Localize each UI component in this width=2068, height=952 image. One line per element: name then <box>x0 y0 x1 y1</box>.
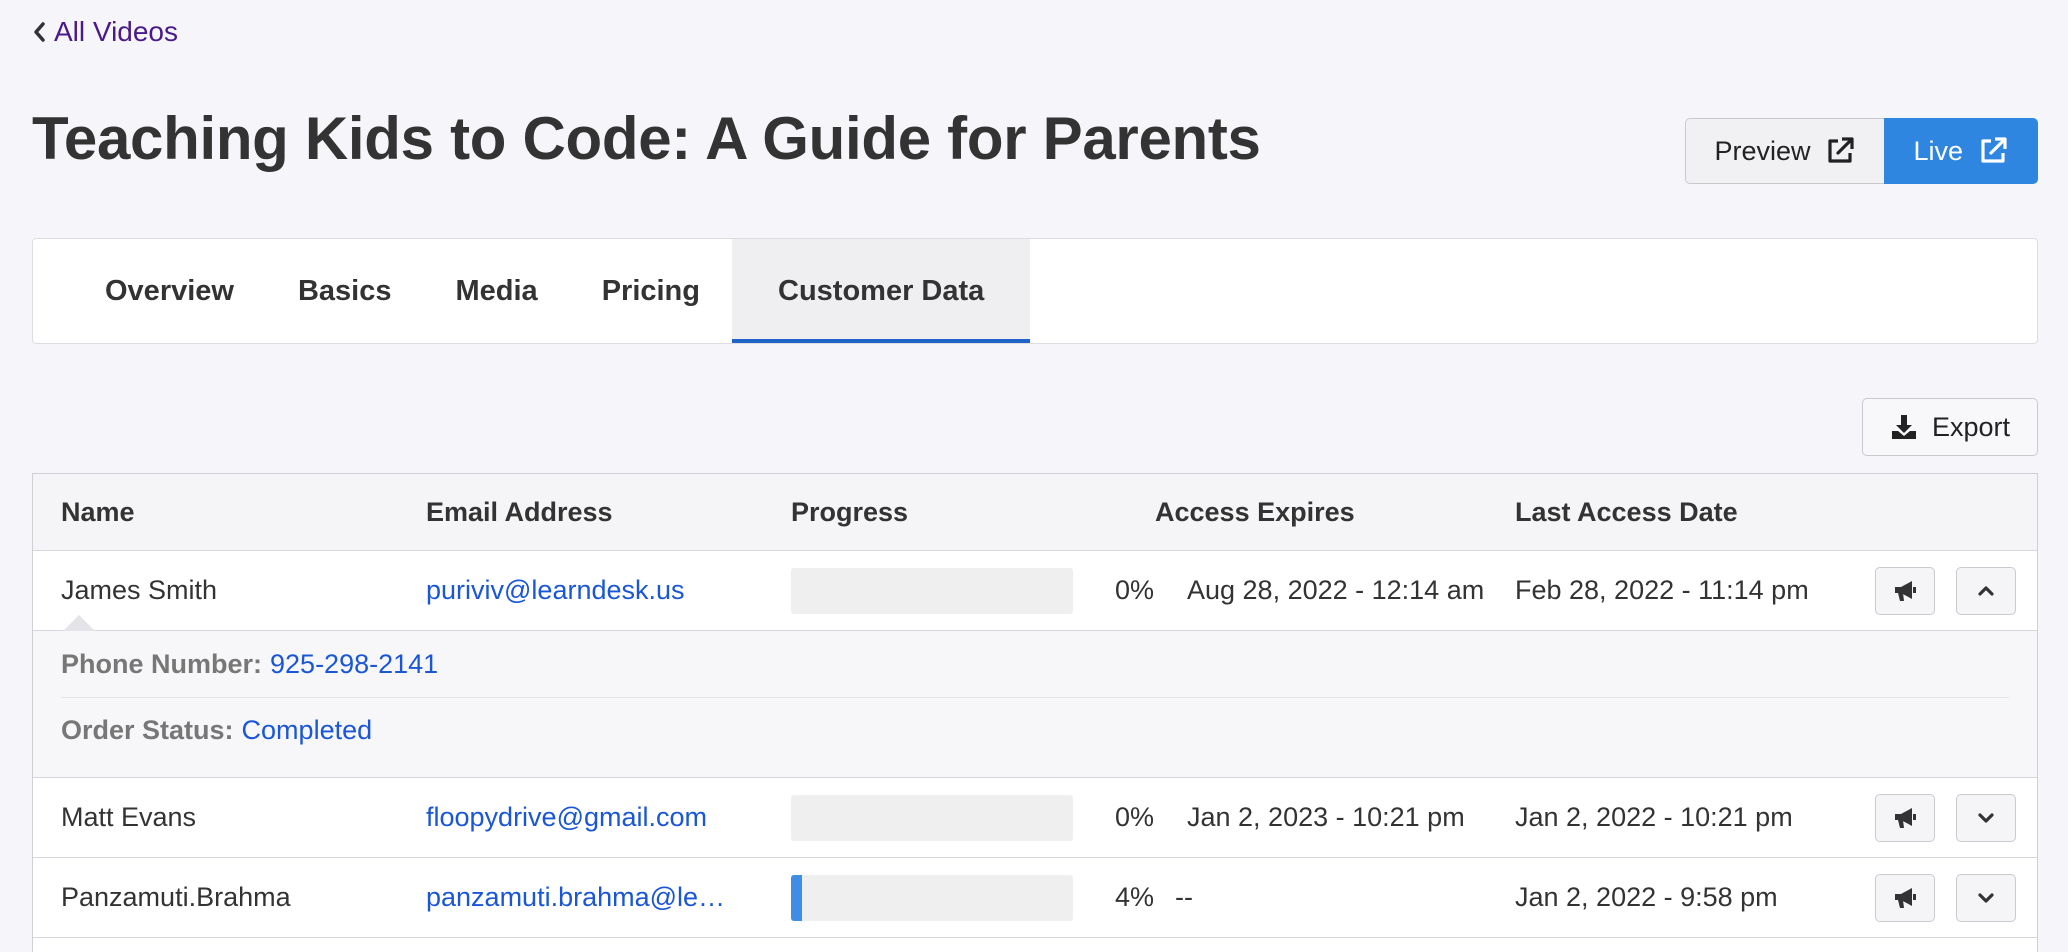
progress-percent: 4% <box>1115 882 1155 912</box>
progress-percent: 0% <box>1115 575 1155 605</box>
detail-phone: Phone Number: 925-298-2141 <box>61 631 2009 697</box>
progress-bar <box>791 874 1073 921</box>
chevron-down-icon <box>1978 892 1994 903</box>
announce-button[interactable] <box>1875 566 1935 615</box>
tab-bar: Overview Basics Media Pricing Customer D… <box>32 238 2038 344</box>
back-link-label: All Videos <box>54 16 179 47</box>
progress-bar <box>791 567 1073 614</box>
table-header: Name Email Address Progress Access Expir… <box>33 474 2037 551</box>
megaphone-icon <box>1895 807 1916 828</box>
page-title: Teaching Kids to Code: A Guide for Paren… <box>32 105 1261 172</box>
view-button-group: Preview Live <box>1685 118 2038 184</box>
last-access-date: Jan 2, 2022 - 9:58 pm <box>1515 882 1778 912</box>
column-header-expires[interactable]: Access Expires <box>1155 497 1355 528</box>
download-icon <box>1891 415 1916 439</box>
tab-media[interactable]: Media <box>424 239 570 343</box>
customer-name: Panzamuti.Brahma <box>61 882 291 912</box>
export-button[interactable]: Export <box>1862 398 2038 456</box>
expand-row-button[interactable] <box>1956 793 2016 842</box>
phone-label: Phone Number: <box>61 648 263 679</box>
tab-pricing[interactable]: Pricing <box>570 239 732 343</box>
table-row: Panzamuti.Brahma panzamuti.brahma@learnd… <box>33 858 2037 938</box>
access-expires: Aug 28, 2022 - 12:14 am <box>1187 575 1485 605</box>
customer-email-link[interactable]: panzamuti.brahma@learndesk.us <box>426 882 736 913</box>
customer-email-link[interactable]: puriviv@learndesk.us <box>426 575 736 606</box>
table-row: Matt Evans floopydrive@gmail.com 0% Jan … <box>33 778 2037 858</box>
last-access-date: Feb 28, 2022 - 11:14 pm <box>1515 575 1809 605</box>
customer-table: Name Email Address Progress Access Expir… <box>32 473 2038 952</box>
announce-button[interactable] <box>1875 873 1935 922</box>
preview-button[interactable]: Preview <box>1685 118 1885 184</box>
tab-overview[interactable]: Overview <box>73 239 266 343</box>
chevron-left-icon <box>34 22 45 42</box>
table-row: James Smith puriviv@learndesk.us 0% Aug … <box>33 551 2037 631</box>
announce-button[interactable] <box>1875 793 1935 842</box>
order-status-label: Order Status: <box>61 715 234 745</box>
chevron-down-icon <box>1978 812 1994 823</box>
access-expires: -- <box>1175 882 1193 912</box>
customer-name: Matt Evans <box>61 802 197 832</box>
customer-name: James Smith <box>61 575 218 605</box>
row-details: Phone Number: 925-298-2141 Order Status:… <box>33 631 2037 778</box>
progress-bar <box>791 794 1073 841</box>
back-link-all-videos[interactable]: All Videos <box>32 16 178 48</box>
column-header-last-access[interactable]: Last Access Date <box>1515 497 1738 528</box>
column-header-email[interactable]: Email Address <box>426 497 736 528</box>
progress-percent: 0% <box>1115 802 1155 832</box>
column-header-name[interactable]: Name <box>61 497 135 528</box>
order-status-link[interactable]: Completed <box>242 715 373 746</box>
export-button-label: Export <box>1931 411 2011 442</box>
megaphone-icon <box>1895 887 1916 908</box>
expand-row-button[interactable] <box>1956 873 2016 922</box>
phone-link[interactable]: 925-298-2141 <box>270 649 438 680</box>
external-link-icon <box>1981 137 2007 163</box>
preview-button-label: Preview <box>1714 135 1811 166</box>
tab-customer-data[interactable]: Customer Data <box>732 239 1031 343</box>
column-header-progress[interactable]: Progress <box>791 497 908 528</box>
expanded-caret <box>63 615 95 631</box>
live-button-label: Live <box>1913 135 1963 166</box>
tab-basics[interactable]: Basics <box>266 239 424 343</box>
progress-bar-fill <box>791 874 803 921</box>
megaphone-icon <box>1895 580 1916 601</box>
access-expires: Jan 2, 2023 - 10:21 pm <box>1187 802 1465 832</box>
collapse-row-button[interactable] <box>1956 566 2016 615</box>
external-link-icon <box>1828 137 1855 163</box>
chevron-up-icon <box>1978 585 1994 596</box>
live-button[interactable]: Live <box>1884 118 2038 184</box>
customer-email-link[interactable]: floopydrive@gmail.com <box>426 802 736 833</box>
detail-order-status: Order Status: Completed <box>61 697 2009 763</box>
last-access-date: Jan 2, 2022 - 10:21 pm <box>1515 802 1793 832</box>
